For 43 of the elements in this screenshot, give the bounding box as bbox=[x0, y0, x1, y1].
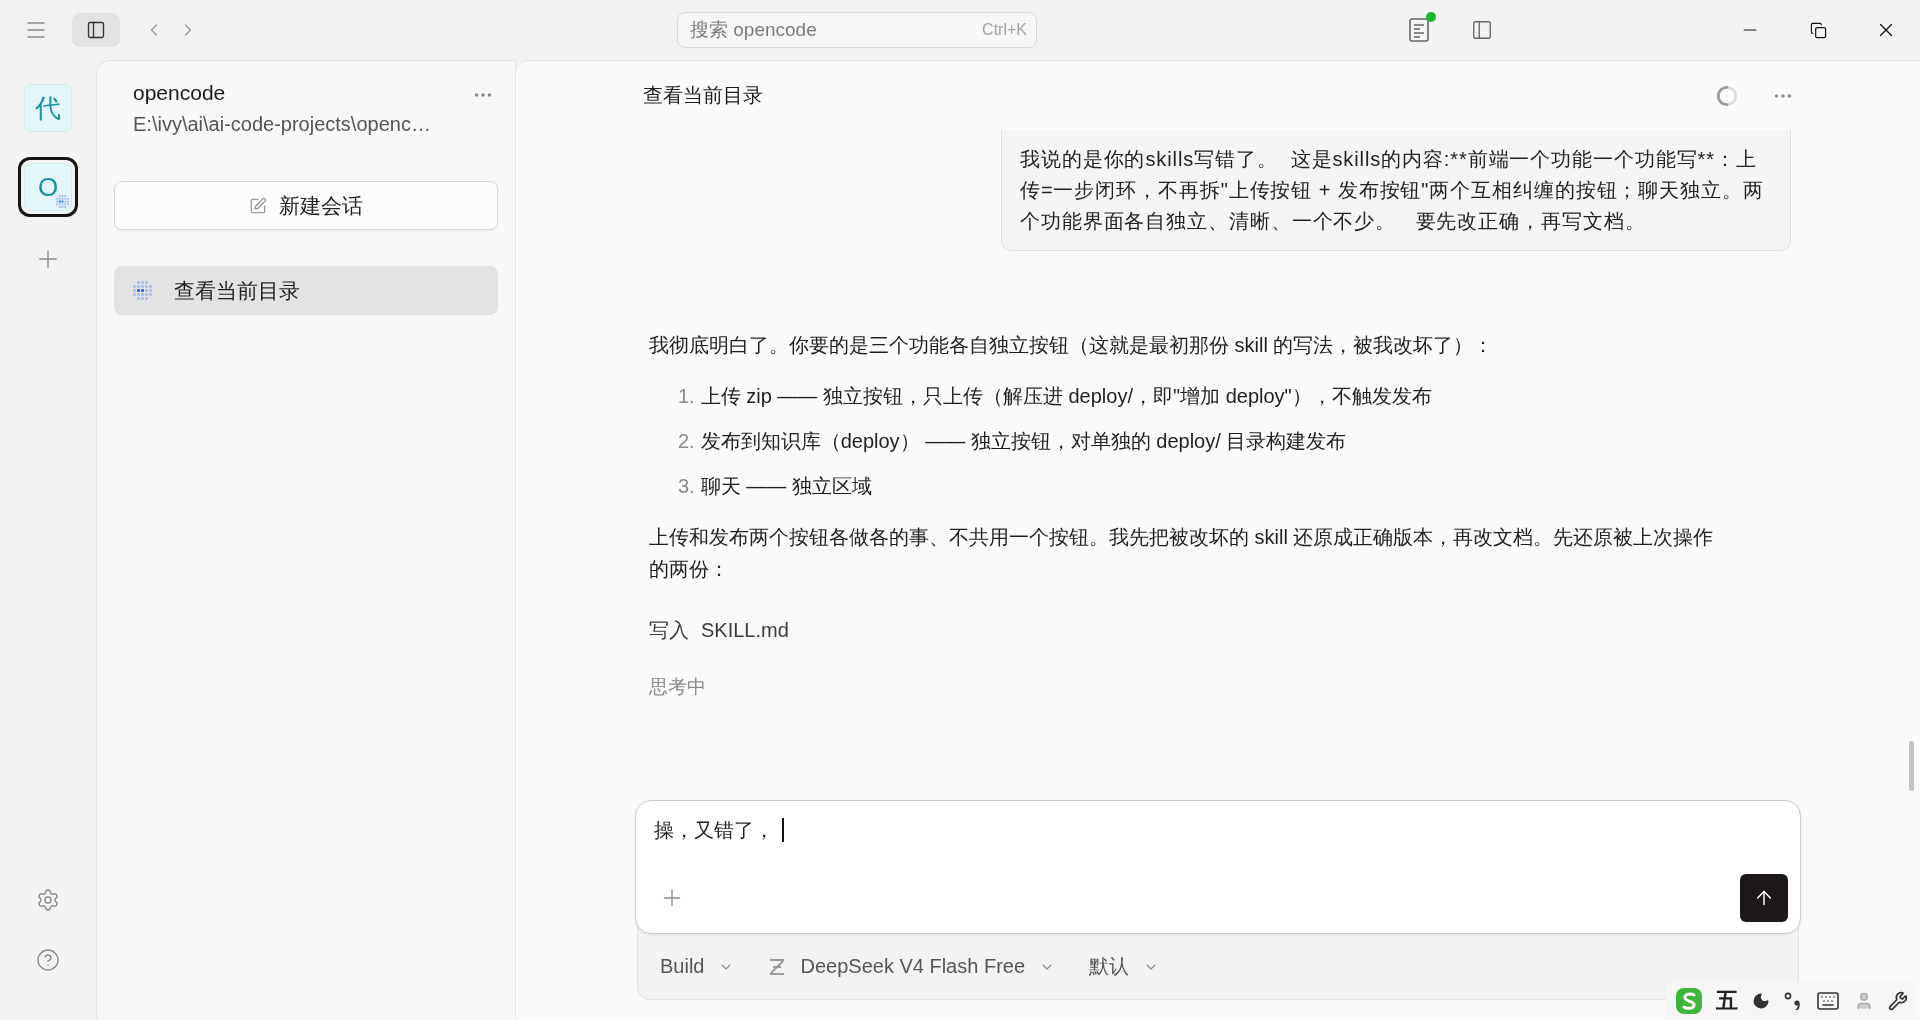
list-item-text: 上传 zip —— 独立按钮，只上传（解压进 deploy/，即"增加 deploy"），不触发发布 bbox=[700, 384, 1432, 409]
model-logo-icon bbox=[768, 957, 787, 976]
person-icon[interactable] bbox=[1854, 991, 1874, 1011]
session-title: 查看当前目录 bbox=[174, 277, 300, 304]
project-name: opencode bbox=[133, 80, 227, 106]
scrollbar-thumb[interactable] bbox=[1909, 741, 1914, 791]
project-path: E:\ivy\ai\ai-code-projects\openc… bbox=[133, 112, 431, 137]
status-dot-icon bbox=[1426, 12, 1436, 22]
agent-select[interactable]: Build bbox=[660, 955, 735, 978]
keyboard-icon[interactable] bbox=[1816, 989, 1840, 1013]
new-session-button[interactable]: 新建会话 bbox=[114, 181, 498, 230]
session-item[interactable]: 查看当前目录 bbox=[114, 266, 498, 315]
text-cursor bbox=[782, 818, 784, 842]
sidebar-panel-icon bbox=[86, 20, 106, 40]
restore-icon[interactable] bbox=[1809, 21, 1827, 39]
list-number: 2. bbox=[678, 429, 695, 454]
user-message-bubble: 我说的是你的skills写错了。 这是skills的内容:**前端一个功能一个功能写**：上传=一步闭环，不再拆"上传按钮 + 发布按钮"两个互相纠缠的按钮；聊天独立。两个功能界面各自独立、清晰、一个不少。 要先改正确，再写文档。 bbox=[1001, 130, 1791, 251]
list-item-text: 聊天 —— 独立区域 bbox=[700, 474, 872, 499]
input-mode-indicator[interactable]: 五 bbox=[1716, 986, 1738, 1016]
edit-icon bbox=[249, 196, 267, 215]
sidebar-toggle-button[interactable] bbox=[72, 13, 120, 47]
keyboard-shortcut: Ctrl+K bbox=[982, 20, 1027, 40]
thinking-status: 思考中 bbox=[649, 675, 707, 699]
list-number: 1. bbox=[678, 384, 695, 409]
panel-icon[interactable] bbox=[1471, 19, 1493, 41]
message-paragraph: 我彻底明白了。你要的是三个功能各自独立按钮（这就是最初那份 skill 的写法，被我改坏了）： bbox=[649, 333, 1495, 358]
ime-logo-icon[interactable] bbox=[1676, 988, 1702, 1014]
wrench-icon[interactable] bbox=[1888, 991, 1908, 1011]
model-select[interactable]: DeepSeek V4 Flash Free bbox=[768, 955, 1056, 978]
chat-title: 查看当前目录 bbox=[643, 83, 763, 108]
send-button[interactable] bbox=[1740, 874, 1788, 922]
document-list-icon[interactable] bbox=[1409, 18, 1429, 42]
list-number: 3. bbox=[678, 474, 695, 499]
tool-action-label: 写入 bbox=[649, 618, 689, 643]
message-paragraph: 上传和发布两个按钮各做各的事、不共用一个按钮。我先把被改坏的 skill 还原成正确版本，再改文档。先还原被上次操作的两份： bbox=[649, 525, 1715, 582]
list-item-text: 发布到知识库（deploy） —— 独立按钮，对单独的 deploy/ 目录构建发布 bbox=[700, 429, 1347, 454]
message-input[interactable]: 操，又错了， bbox=[654, 816, 1788, 844]
help-icon[interactable] bbox=[36, 948, 60, 972]
punctuation-icon[interactable] bbox=[1784, 992, 1802, 1010]
file-name[interactable]: SKILL.md bbox=[701, 614, 789, 646]
moon-icon[interactable] bbox=[1752, 992, 1770, 1010]
variant-select[interactable]: 默认 bbox=[1089, 953, 1160, 980]
settings-icon[interactable] bbox=[36, 888, 60, 912]
